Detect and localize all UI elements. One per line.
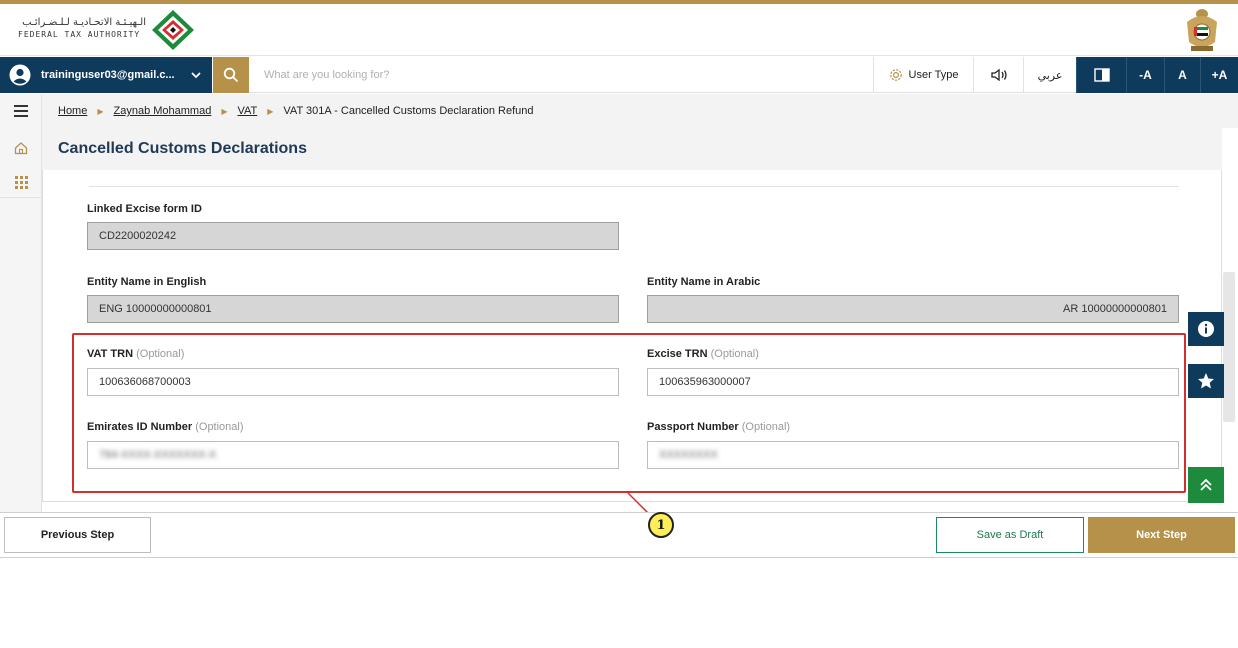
scrollbar-thumb[interactable] xyxy=(1223,272,1235,422)
next-step-button[interactable]: Next Step xyxy=(1088,517,1235,553)
excise-trn-input[interactable]: 100635963000007 xyxy=(647,368,1179,396)
entity-name-english-label: Entity Name in English xyxy=(87,276,207,288)
page-title: Cancelled Customs Declarations xyxy=(58,140,307,157)
side-rail xyxy=(0,94,42,514)
emirates-id-label: Emirates ID Number (Optional) xyxy=(87,421,244,433)
excise-trn-label-text: Excise TRN xyxy=(647,348,708,360)
breadcrumb-separator-icon: ▶ xyxy=(267,106,274,116)
excise-trn-value: 100635963000007 xyxy=(659,376,751,388)
chevron-down-icon xyxy=(191,72,201,79)
fta-logo-text: الـهيـئـة الاتحـاديـة لـلـضـرائـب FEDERA… xyxy=(18,16,146,41)
site-header: الـهيـئـة الاتحـاديـة لـلـضـرائـب FEDERA… xyxy=(0,4,1238,56)
user-avatar-icon xyxy=(9,64,31,86)
vat-trn-label: VAT TRN (Optional) xyxy=(87,348,184,360)
linked-excise-field: CD2200020242 xyxy=(87,222,619,250)
linked-excise-value: CD2200020242 xyxy=(99,230,177,242)
vat-trn-label-text: VAT TRN xyxy=(87,348,134,360)
emirates-id-input[interactable]: 784-XXXX-XXXXXXX-X xyxy=(87,441,619,469)
home-icon xyxy=(14,142,28,155)
passport-number-input[interactable]: XXXXXXXX xyxy=(647,441,1179,469)
star-icon xyxy=(1198,373,1214,389)
entity-name-arabic-value: AR 10000000000801 xyxy=(1063,303,1167,315)
fta-logo-icon xyxy=(152,10,194,50)
breadcrumb-vat-link[interactable]: VAT xyxy=(237,105,257,117)
info-button[interactable] xyxy=(1188,312,1224,346)
search-icon xyxy=(223,67,239,83)
search-input[interactable] xyxy=(252,61,872,89)
breadcrumb-separator-icon: ▶ xyxy=(97,106,104,116)
optional-tag: (Optional) xyxy=(136,348,185,360)
speaker-icon xyxy=(990,68,1007,82)
previous-step-button[interactable]: Previous Step xyxy=(4,517,151,553)
user-type-label: User Type xyxy=(908,69,959,81)
font-reset-button[interactable]: A xyxy=(1164,57,1200,93)
info-icon xyxy=(1198,321,1214,337)
user-email: traininguser03@gmail.c... xyxy=(41,69,175,81)
double-chevron-up-icon xyxy=(1200,478,1212,491)
passport-number-label-text: Passport Number xyxy=(647,421,739,433)
user-type-button[interactable]: User Type xyxy=(873,57,973,93)
page-title-strip: Cancelled Customs Declarations xyxy=(42,128,1222,170)
uae-emblem-icon xyxy=(1187,9,1217,51)
entity-name-english-value: ENG 10000000000801 xyxy=(99,303,212,315)
hamburger-icon xyxy=(14,105,28,117)
breadcrumb-separator-icon: ▶ xyxy=(221,106,228,116)
breadcrumb-current: VAT 301A - Cancelled Customs Declaration… xyxy=(283,105,534,117)
passport-number-label: Passport Number (Optional) xyxy=(647,421,790,433)
vat-trn-value: 100636068700003 xyxy=(99,376,191,388)
linked-excise-label: Linked Excise form ID xyxy=(87,203,202,215)
home-nav-button[interactable] xyxy=(0,136,42,160)
font-increase-button[interactable]: +A xyxy=(1200,57,1238,93)
gear-icon xyxy=(889,69,902,81)
contrast-toggle-button[interactable] xyxy=(1076,57,1126,93)
save-as-draft-button[interactable]: Save as Draft xyxy=(936,517,1084,553)
breadcrumb-home-link[interactable]: Home xyxy=(58,105,87,117)
apps-nav-button[interactable] xyxy=(0,168,42,198)
wizard-footer: Previous Step Save as Draft Next Step xyxy=(0,512,1238,558)
search-button[interactable] xyxy=(213,57,249,93)
emirates-id-value: 784-XXXX-XXXXXXX-X xyxy=(99,449,217,461)
apps-grid-icon xyxy=(14,176,28,189)
vat-trn-input[interactable]: 100636068700003 xyxy=(87,368,619,396)
text-to-speech-button[interactable] xyxy=(973,57,1023,93)
callout-number-badge: 1 xyxy=(648,512,674,538)
scroll-to-top-button[interactable] xyxy=(1188,467,1224,503)
hamburger-menu-button[interactable] xyxy=(0,94,42,128)
contrast-icon xyxy=(1093,68,1110,82)
logo-english-text: FEDERAL TAX AUTHORITY xyxy=(18,30,141,39)
optional-tag: (Optional) xyxy=(195,421,244,433)
language-toggle-arabic[interactable]: عربي xyxy=(1023,57,1076,93)
user-account-dropdown[interactable]: traininguser03@gmail.c... xyxy=(0,57,212,93)
emirates-id-label-text: Emirates ID Number xyxy=(87,421,193,433)
optional-tag: (Optional) xyxy=(710,348,759,360)
optional-tag: (Optional) xyxy=(741,421,791,433)
section-divider xyxy=(89,186,1179,187)
breadcrumb-taxpayer-link[interactable]: Zaynab Mohammad xyxy=(114,105,212,117)
breadcrumb: Home ▶ Zaynab Mohammad ▶ VAT ▶ VAT 301A … xyxy=(42,94,1238,128)
top-nav-bar: traininguser03@gmail.c... User Type عربي… xyxy=(0,57,1238,93)
favorite-button[interactable] xyxy=(1188,364,1224,398)
passport-number-value: XXXXXXXX xyxy=(659,449,718,461)
font-decrease-button[interactable]: -A xyxy=(1126,57,1164,93)
logo-arabic-text: الـهيـئـة الاتحـاديـة لـلـضـرائـب xyxy=(22,17,146,28)
entity-name-arabic-field: AR 10000000000801 xyxy=(647,295,1179,323)
entity-name-arabic-label: Entity Name in Arabic xyxy=(647,276,761,288)
entity-name-english-field: ENG 10000000000801 xyxy=(87,295,619,323)
excise-trn-label: Excise TRN (Optional) xyxy=(647,348,759,360)
